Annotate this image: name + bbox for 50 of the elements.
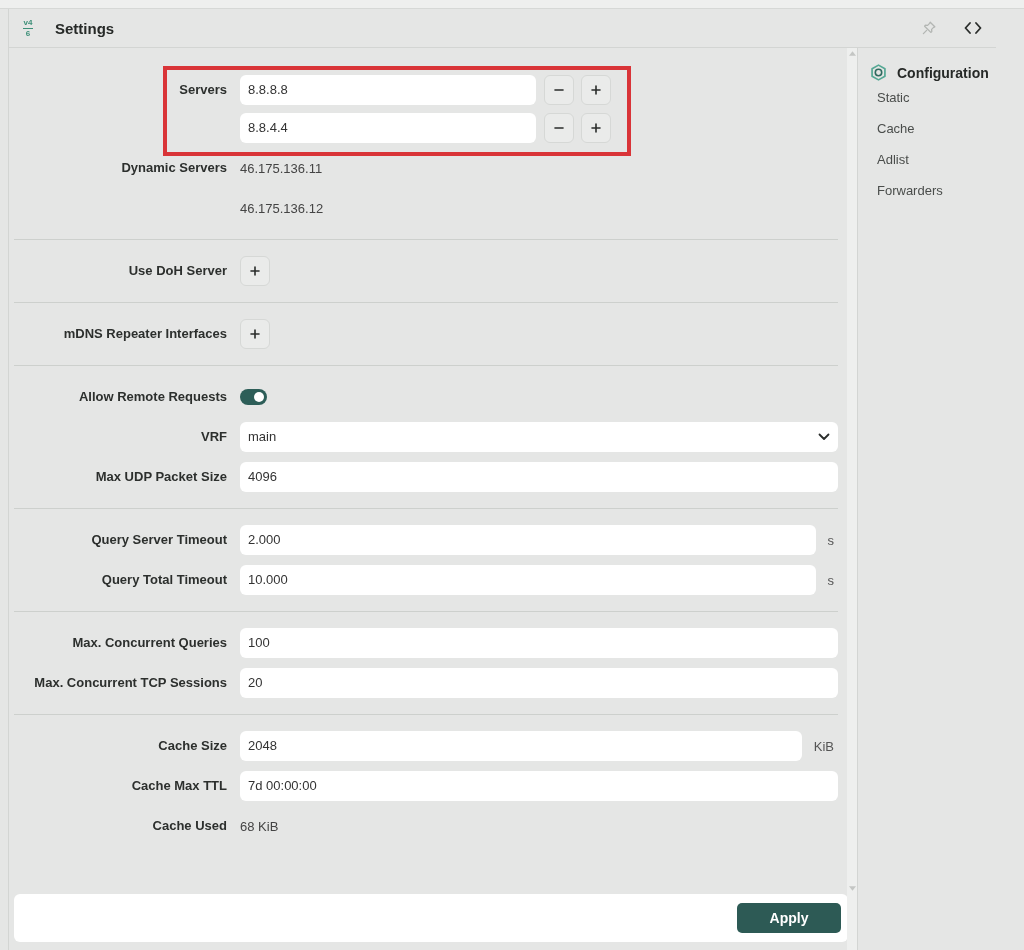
plus-icon	[591, 85, 601, 95]
text-field[interactable]: 100	[240, 628, 838, 658]
field-label: Query Total Timeout	[101, 572, 227, 588]
field-label: Cache Max TTL	[131, 778, 227, 794]
add-button[interactable]	[581, 113, 611, 143]
field-label: Use DoH Server	[128, 263, 227, 279]
add-button[interactable]	[581, 75, 611, 105]
vrf-select[interactable]: main	[240, 422, 838, 452]
section-link[interactable]: Static	[877, 90, 910, 105]
add-button[interactable]	[240, 256, 270, 286]
field-label: Max UDP Packet Size	[95, 469, 227, 485]
apply-button[interactable]: Apply	[737, 903, 841, 933]
text-field[interactable]: 4096	[240, 462, 838, 492]
section-link[interactable]: Cache	[877, 121, 915, 136]
text-field[interactable]: 2.000	[240, 525, 816, 555]
toggle-switch[interactable]	[240, 389, 267, 405]
field-label: Max. Concurrent Queries	[72, 635, 227, 651]
server-address: 46.175.136.12	[240, 200, 324, 216]
field-label: VRF	[201, 429, 227, 445]
unit-label: KiB	[813, 738, 835, 754]
field-label: Cache Size	[158, 738, 227, 754]
plus-icon	[250, 266, 260, 276]
panel-title: Settings	[55, 19, 115, 37]
field-label: Cache Used	[152, 818, 227, 834]
field-label: Dynamic Servers	[121, 160, 227, 176]
field-label: Allow Remote Requests	[78, 389, 227, 405]
text-field[interactable]: 20	[240, 668, 838, 698]
hexagon-icon	[870, 64, 887, 81]
server-field[interactable]: 8.8.4.4	[240, 113, 536, 143]
field-label: Max. Concurrent TCP Sessions	[34, 675, 227, 691]
server-field[interactable]: 8.8.8.8	[240, 75, 536, 105]
unit-label: s	[827, 572, 835, 588]
text-field[interactable]: 7d 00:00:00	[240, 771, 838, 801]
server-address: 46.175.136.11	[240, 160, 323, 176]
field-label: Servers	[179, 82, 227, 98]
section-link[interactable]: Configuration	[897, 64, 989, 81]
field-label: Query Server Timeout	[91, 532, 227, 548]
section-link[interactable]: Forwarders	[877, 183, 943, 198]
field-value: 68 KiB	[240, 818, 279, 834]
text-field[interactable]: 2048	[240, 731, 802, 761]
field-label: mDNS Repeater Interfaces	[63, 326, 227, 342]
plus-icon	[250, 329, 260, 339]
unit-label: s	[827, 532, 835, 548]
version-badge: v4 6	[20, 18, 36, 38]
text-field[interactable]: 10.000	[240, 565, 816, 595]
section-link[interactable]: Adlist	[877, 152, 909, 167]
chevron-down-icon	[818, 433, 830, 441]
add-button[interactable]	[240, 319, 270, 349]
plus-icon	[591, 123, 601, 133]
code-icon[interactable]	[964, 22, 982, 34]
